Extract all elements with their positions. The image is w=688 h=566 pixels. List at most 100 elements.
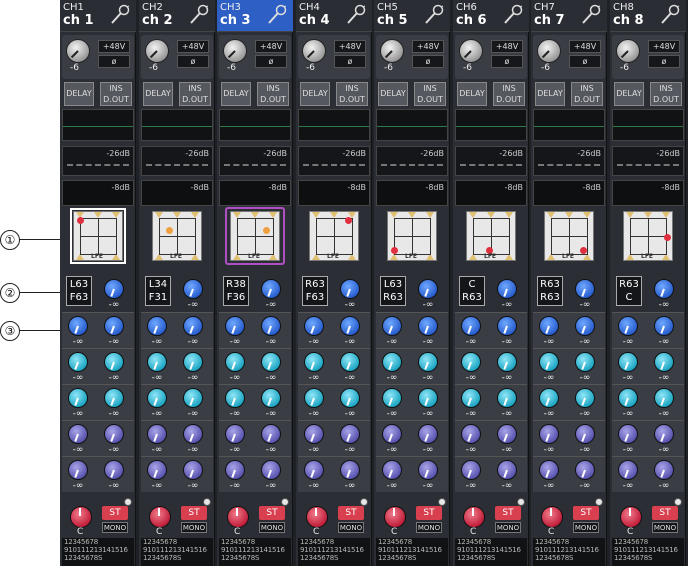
phase-button[interactable]: ø: [648, 55, 680, 68]
insert-dout-button[interactable]: INS D.OUT: [493, 82, 525, 106]
send-level-knob[interactable]: [497, 352, 517, 372]
pan-position-readout[interactable]: L63 R63: [380, 276, 406, 306]
mono-button[interactable]: MONO: [652, 522, 678, 533]
send-level-knob[interactable]: [225, 424, 245, 444]
gain-knob[interactable]: [223, 39, 247, 63]
eq-display[interactable]: [455, 109, 527, 141]
channel-header[interactable]: CH2 ch 2: [139, 0, 215, 32]
send-level-knob[interactable]: [261, 316, 281, 336]
send-level-knob[interactable]: [340, 352, 360, 372]
send-level-knob[interactable]: [539, 316, 559, 336]
send-level-knob[interactable]: [618, 352, 638, 372]
pan-position-readout[interactable]: L34 F31: [145, 276, 171, 306]
eq-display[interactable]: [376, 109, 448, 141]
stereo-pan-knob[interactable]: [70, 506, 92, 528]
channel-header[interactable]: CH1 ch 1: [60, 0, 136, 32]
channel-header[interactable]: CH4 ch 4: [296, 0, 372, 32]
phantom-power-button[interactable]: +48V: [491, 40, 523, 53]
mono-button[interactable]: MONO: [181, 522, 207, 533]
gain-knob[interactable]: [616, 39, 640, 63]
delay-button[interactable]: DELAY: [143, 82, 173, 106]
channel-header[interactable]: CH5 ch 5: [374, 0, 450, 32]
send-level-knob[interactable]: [68, 460, 88, 480]
surround-panner[interactable]: LFE: [152, 211, 202, 261]
send-level-knob[interactable]: [304, 424, 324, 444]
send-level-knob[interactable]: [104, 352, 124, 372]
st-button[interactable]: ST: [652, 506, 678, 520]
send-level-knob[interactable]: [461, 388, 481, 408]
assign-grid[interactable]: 12345678 910111213141516 12345678S: [62, 538, 134, 566]
surround-panner[interactable]: LFE: [230, 211, 280, 261]
send-level-knob[interactable]: [225, 352, 245, 372]
send-level-knob[interactable]: [147, 460, 167, 480]
send-level-knob[interactable]: [618, 460, 638, 480]
delay-button[interactable]: DELAY: [457, 82, 487, 106]
surround-panner[interactable]: LFE: [623, 211, 673, 261]
send-level-knob[interactable]: [183, 388, 203, 408]
send-level-knob[interactable]: [497, 460, 517, 480]
send-level-knob[interactable]: [654, 316, 674, 336]
dynamics-display[interactable]: -26dB: [612, 146, 684, 176]
send-level-knob[interactable]: [497, 424, 517, 444]
st-button[interactable]: ST: [495, 506, 521, 520]
phantom-power-button[interactable]: +48V: [648, 40, 680, 53]
pan-position-readout[interactable]: C R63: [459, 276, 485, 306]
channel-header[interactable]: CH6 ch 6: [453, 0, 529, 32]
eq-display[interactable]: [141, 109, 213, 141]
send-level-knob[interactable]: [654, 424, 674, 444]
gate-display[interactable]: -8dB: [62, 180, 134, 206]
eq-display[interactable]: [612, 109, 684, 141]
pan-position-readout[interactable]: L63 F63: [66, 276, 92, 306]
send-level-knob[interactable]: [68, 424, 88, 444]
send-level-knob[interactable]: [340, 460, 360, 480]
send-level-knob[interactable]: [304, 352, 324, 372]
channel-header[interactable]: CH8 ch 8: [610, 0, 686, 32]
lfe-level-knob[interactable]: [261, 279, 281, 299]
send-level-knob[interactable]: [261, 388, 281, 408]
send-level-knob[interactable]: [418, 316, 438, 336]
stereo-pan-knob[interactable]: [227, 506, 249, 528]
send-level-knob[interactable]: [382, 460, 402, 480]
send-level-knob[interactable]: [104, 424, 124, 444]
assign-grid[interactable]: 12345678 910111213141516 12345678S: [376, 538, 448, 566]
phantom-power-button[interactable]: +48V: [255, 40, 287, 53]
gain-knob[interactable]: [145, 39, 169, 63]
gate-display[interactable]: -8dB: [455, 180, 527, 206]
dynamics-display[interactable]: -26dB: [376, 146, 448, 176]
send-level-knob[interactable]: [340, 424, 360, 444]
send-level-knob[interactable]: [104, 316, 124, 336]
send-level-knob[interactable]: [539, 460, 559, 480]
phantom-power-button[interactable]: +48V: [334, 40, 366, 53]
stereo-pan-knob[interactable]: [541, 506, 563, 528]
send-level-knob[interactable]: [461, 352, 481, 372]
insert-dout-button[interactable]: INS D.OUT: [179, 82, 211, 106]
send-level-knob[interactable]: [418, 352, 438, 372]
surround-panner[interactable]: LFE: [73, 211, 123, 261]
channel-header[interactable]: CH3 ch 3: [217, 0, 293, 32]
send-level-knob[interactable]: [261, 460, 281, 480]
dynamics-display[interactable]: -26dB: [219, 146, 291, 176]
dynamics-display[interactable]: -26dB: [533, 146, 605, 176]
send-level-knob[interactable]: [497, 316, 517, 336]
send-level-knob[interactable]: [654, 352, 674, 372]
gain-knob[interactable]: [302, 39, 326, 63]
gate-display[interactable]: -8dB: [376, 180, 448, 206]
send-level-knob[interactable]: [261, 352, 281, 372]
send-level-knob[interactable]: [575, 388, 595, 408]
eq-display[interactable]: [298, 109, 370, 141]
assign-grid[interactable]: 12345678 910111213141516 12345678S: [219, 538, 291, 566]
send-level-knob[interactable]: [183, 352, 203, 372]
send-level-knob[interactable]: [418, 388, 438, 408]
gain-knob[interactable]: [66, 39, 90, 63]
phase-button[interactable]: ø: [412, 55, 444, 68]
gate-display[interactable]: -8dB: [141, 180, 213, 206]
dynamics-display[interactable]: -26dB: [298, 146, 370, 176]
st-button[interactable]: ST: [573, 506, 599, 520]
delay-button[interactable]: DELAY: [378, 82, 408, 106]
phase-button[interactable]: ø: [177, 55, 209, 68]
delay-button[interactable]: DELAY: [300, 82, 330, 106]
send-level-knob[interactable]: [340, 388, 360, 408]
send-level-knob[interactable]: [461, 460, 481, 480]
lfe-level-knob[interactable]: [104, 279, 124, 299]
dynamics-display[interactable]: -26dB: [62, 146, 134, 176]
